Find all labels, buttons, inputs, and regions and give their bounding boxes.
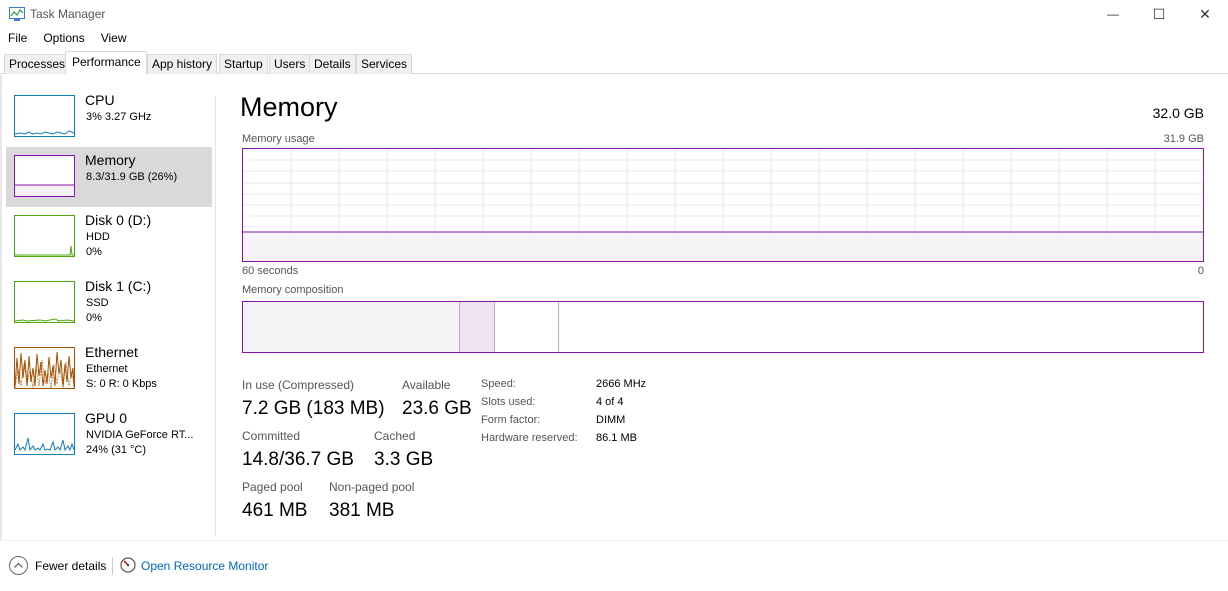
available-label: Available	[402, 378, 451, 392]
memory-total: 32.0 GB	[1152, 105, 1204, 121]
slots-used-value: 4 of 4	[596, 396, 624, 408]
memory-composition-bar	[242, 301, 1204, 353]
sidebar-item-title: Disk 0 (D:)	[85, 212, 152, 228]
fewer-details-button[interactable]	[9, 556, 28, 575]
maximize-button[interactable]: ☐	[1136, 0, 1182, 28]
memory-usage-max: 31.9 GB	[1163, 133, 1204, 145]
sidebar-item-title: GPU 0	[85, 410, 128, 426]
close-icon: ✕	[1199, 5, 1211, 22]
sidebar-item-subtitle: 3% 3.27 GHz	[86, 111, 152, 123]
hardware-reserved-value: 86.1 MB	[596, 432, 637, 444]
tab-services[interactable]: Services	[356, 54, 413, 74]
panel-splitter[interactable]	[215, 97, 216, 537]
sidebar-item-value: 24% (31 °C)	[86, 444, 147, 456]
maximize-icon: ☐	[1152, 5, 1166, 22]
time-end-label: 0	[1197, 265, 1204, 277]
speed-value: 2666 MHz	[596, 378, 647, 390]
composition-modified-segment[interactable]	[460, 302, 495, 352]
page-title: Memory	[240, 92, 338, 122]
committed-label: Committed	[242, 429, 301, 443]
window-title: Task Manager	[30, 7, 106, 21]
memory-usage-label: Memory usage	[242, 133, 315, 145]
sidebar-item-title: Ethernet	[85, 344, 138, 360]
menu-file[interactable]: File	[0, 29, 35, 49]
cpu-graph-icon	[14, 95, 75, 137]
tab-performance[interactable]: Performance	[65, 51, 147, 75]
sidebar-item-title: CPU	[85, 92, 115, 108]
paged-pool-label: Paged pool	[242, 480, 303, 494]
memory-usage-area	[243, 232, 1203, 261]
in-use-label: In use (Compressed)	[242, 378, 355, 392]
available-value: 23.6 GB	[402, 398, 472, 419]
chevron-up-icon	[14, 562, 23, 568]
sidebar-item-disk-0[interactable]: Disk 0 (D:) HDD 0%	[6, 207, 212, 267]
sidebar-item-subtitle: Ethernet	[86, 363, 128, 375]
gpu-graph-icon	[14, 413, 75, 455]
tab-users[interactable]: Users	[269, 54, 311, 74]
tab-strip: Processes Performance App history Startu…	[0, 50, 1228, 75]
minimize-button[interactable]: —	[1090, 0, 1136, 28]
sidebar-item-memory[interactable]: Memory 8.3/31.9 GB (26%)	[6, 147, 212, 207]
tab-processes[interactable]: Processes	[4, 54, 71, 74]
footer-divider	[0, 540, 1228, 541]
memory-usage-chart	[243, 149, 1203, 261]
resource-monitor-icon	[120, 557, 136, 573]
disk-graph-icon	[14, 281, 75, 323]
sidebar-item-title: Disk 1 (C:)	[85, 278, 152, 294]
sidebar-item-subtitle: HDD	[86, 231, 110, 243]
task-manager-icon	[9, 7, 25, 21]
slots-used-label: Slots used:	[481, 396, 536, 408]
minimize-icon: —	[1107, 7, 1119, 21]
resource-list: CPU 3% 3.27 GHz Memory 8.3/31.9 GB (26%)…	[0, 75, 216, 540]
tab-startup[interactable]: Startup	[219, 54, 268, 74]
form-factor-label: Form factor:	[481, 414, 541, 426]
memory-usage-graph	[242, 148, 1204, 262]
sidebar-item-ethernet[interactable]: Ethernet Ethernet S: 0 R: 0 Kbps	[6, 339, 212, 399]
footer-separator	[112, 557, 113, 575]
sidebar-item-subtitle: 8.3/31.9 GB (26%)	[86, 171, 178, 183]
sidebar-item-title: Memory	[85, 152, 136, 168]
network-graph-icon	[14, 347, 75, 389]
memory-composition-label: Memory composition	[242, 284, 344, 296]
sidebar-item-value: S: 0 R: 0 Kbps	[86, 378, 157, 390]
menu-bar: File Options View	[0, 29, 135, 49]
form-factor-value: DIMM	[596, 414, 626, 426]
sidebar-item-gpu-0[interactable]: GPU 0 NVIDIA GeForce RT... 24% (31 °C)	[6, 405, 212, 465]
tab-app-history[interactable]: App history	[147, 54, 218, 74]
sidebar-item-value: 0%	[86, 246, 102, 258]
menu-options[interactable]: Options	[35, 29, 92, 49]
composition-standby-segment[interactable]	[495, 302, 559, 352]
close-button[interactable]: ✕	[1182, 0, 1228, 28]
time-range-label: 60 seconds	[242, 265, 299, 277]
tab-details[interactable]: Details	[309, 54, 356, 74]
non-paged-pool-label: Non-paged pool	[329, 480, 415, 494]
speed-label: Speed:	[481, 378, 516, 390]
title-bar: Task Manager — ☐ ✕	[0, 0, 1228, 28]
sidebar-item-subtitle: SSD	[86, 297, 109, 309]
in-use-value: 7.2 GB (183 MB)	[242, 398, 385, 419]
sidebar-item-disk-1[interactable]: Disk 1 (C:) SSD 0%	[6, 273, 212, 333]
sidebar-item-subtitle: NVIDIA GeForce RT...	[86, 429, 194, 441]
resource-list-scrollbar[interactable]	[0, 75, 2, 540]
committed-value: 14.8/36.7 GB	[242, 449, 354, 470]
composition-in-use-segment[interactable]	[243, 302, 460, 352]
disk-graph-icon	[14, 215, 75, 257]
open-resource-monitor-link[interactable]: Open Resource Monitor	[141, 559, 268, 573]
fewer-details-link[interactable]: Fewer details	[35, 559, 106, 573]
cached-value: 3.3 GB	[374, 449, 434, 470]
sidebar-item-cpu[interactable]: CPU 3% 3.27 GHz	[6, 87, 212, 147]
cached-label: Cached	[374, 429, 416, 443]
memory-graph-icon	[14, 155, 75, 197]
paged-pool-value: 461 MB	[242, 500, 308, 521]
hardware-reserved-label: Hardware reserved:	[481, 432, 578, 444]
sidebar-item-value: 0%	[86, 312, 102, 324]
non-paged-pool-value: 381 MB	[329, 500, 395, 521]
menu-view[interactable]: View	[93, 29, 135, 49]
